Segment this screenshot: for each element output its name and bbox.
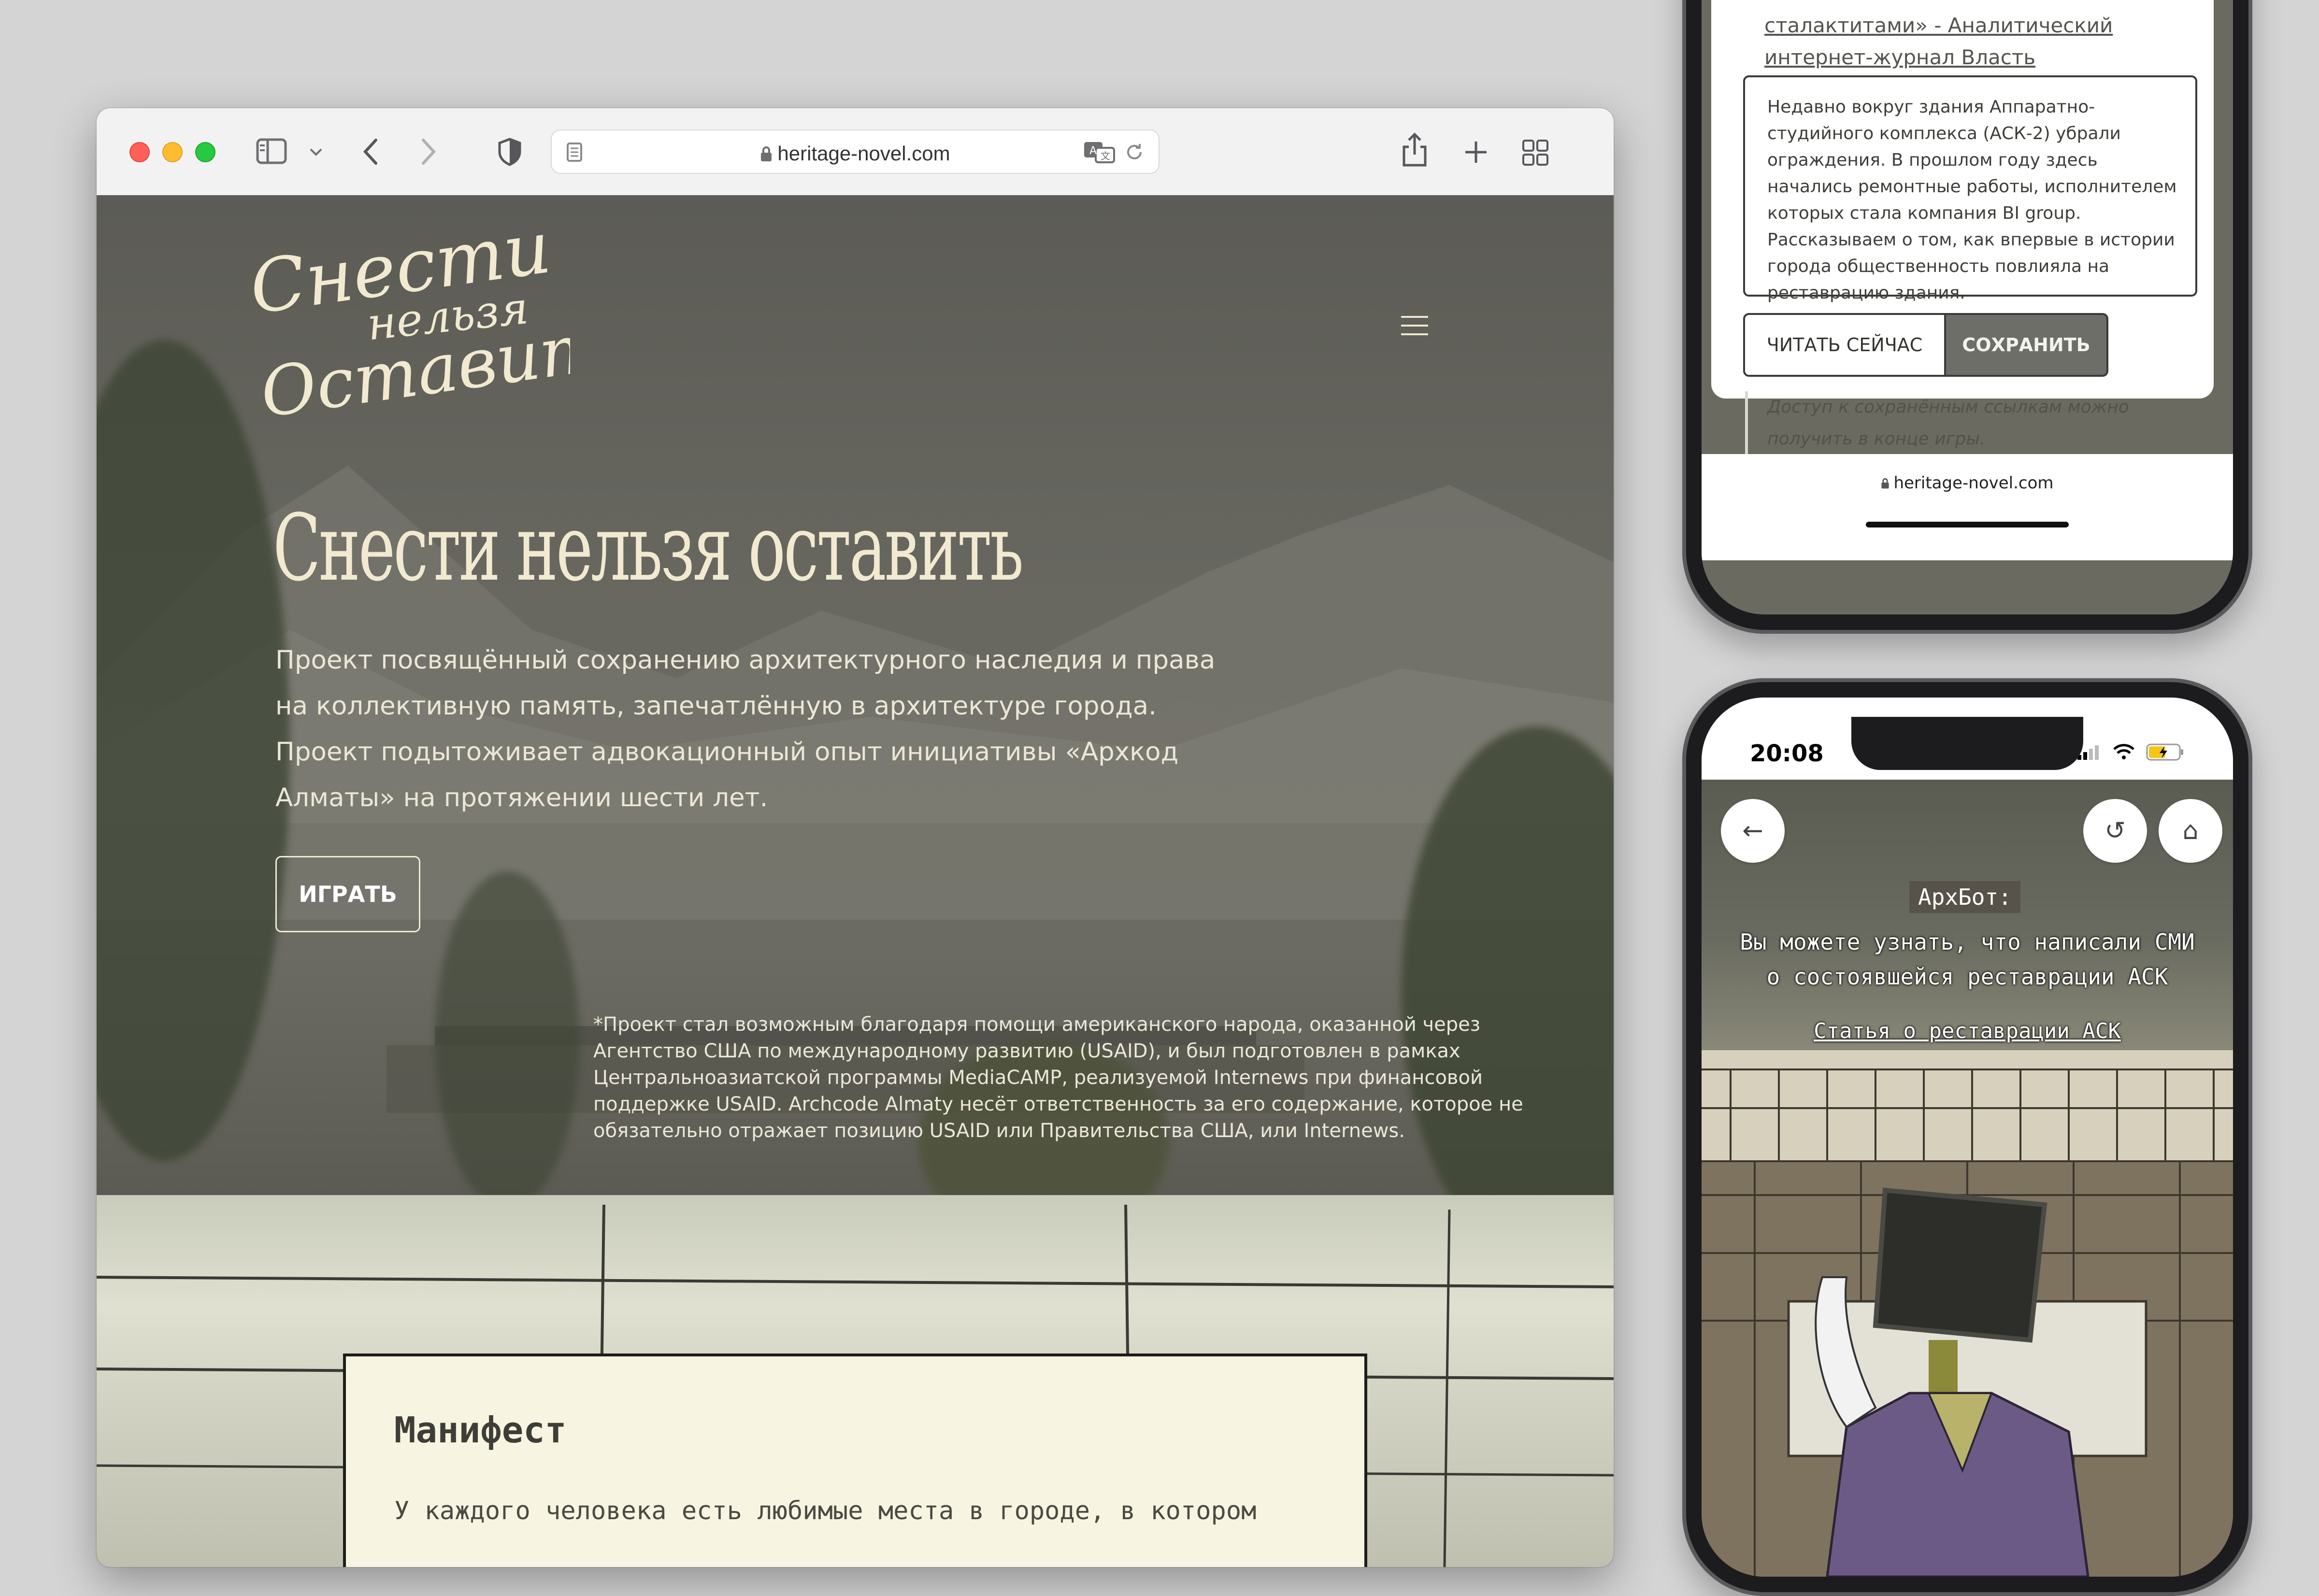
svg-text:文: 文 xyxy=(1101,150,1110,162)
web-page: Снести нельзя Оставить Снести нельзя ост… xyxy=(97,195,1614,1567)
address-bar[interactable]: heritage-novel.com A 文 xyxy=(551,129,1160,174)
manifest-card: Манифест У каждого человека есть любимые… xyxy=(343,1354,1367,1567)
svg-text:A: A xyxy=(1089,145,1097,157)
read-now-button[interactable]: ЧИТАТЬ СЕЙЧАС xyxy=(1743,313,1946,377)
reload-icon[interactable] xyxy=(1124,142,1145,162)
close-window-button[interactable] xyxy=(129,142,150,162)
sidebar-icon[interactable] xyxy=(256,138,287,164)
save-button[interactable]: СОХРАНИТЬ xyxy=(1944,313,2108,377)
lock-icon xyxy=(1881,478,1890,489)
tab-overview-icon[interactable] xyxy=(1522,139,1549,166)
phone-bottom-screen: 20:08 ← ↺ ⌂ АрхБот: Вы можете узнать, чт… xyxy=(1702,698,2233,1577)
battery-icon xyxy=(2146,743,2183,761)
hero-description: Проект посвящённый сохранению архитектур… xyxy=(275,645,1216,812)
article-link[interactable]: сталактитами» - Аналитический интернет-ж… xyxy=(1764,10,2161,73)
share-icon[interactable] xyxy=(1401,132,1428,168)
ask-building-illustration xyxy=(1702,1050,2233,1577)
phone-bottom: 20:08 ← ↺ ⌂ АрхБот: Вы можете узнать, чт… xyxy=(1682,678,2252,1596)
plus-icon[interactable] xyxy=(1464,140,1488,164)
lock-icon xyxy=(761,146,772,161)
browser-window: heritage-novel.com A 文 Снести нельзя Ост… xyxy=(97,108,1614,1567)
home-icon[interactable]: ⌂ xyxy=(2159,799,2222,863)
speaker-label: АрхБот: xyxy=(1909,881,2020,913)
manifest-title: Манифест xyxy=(394,1410,567,1451)
mobile-url-bar[interactable]: heritage-novel.com xyxy=(1702,454,2233,560)
chevron-down-icon[interactable] xyxy=(309,148,323,157)
url-text: heritage-novel.com xyxy=(777,142,950,165)
status-time: 20:08 xyxy=(1750,740,1824,767)
saved-links-note: Доступ к сохранённым ссылкам можно получ… xyxy=(1745,391,2192,455)
browser-toolbar: heritage-novel.com A 文 xyxy=(97,108,1614,196)
shield-icon[interactable] xyxy=(498,137,522,166)
restart-icon[interactable]: ↺ xyxy=(2083,799,2147,863)
article-card: сталактитами» - Аналитический интернет-ж… xyxy=(1711,0,2214,455)
dialog-text: Вы можете узнать, что написали СМИ о сос… xyxy=(1740,929,2195,990)
translate-icon[interactable]: A 文 xyxy=(1083,141,1115,163)
minimize-window-button[interactable] xyxy=(162,142,183,162)
hamburger-menu-icon[interactable] xyxy=(1401,316,1428,335)
wifi-icon xyxy=(2113,744,2134,759)
manifest-text: У каждого человека есть любимые места в … xyxy=(394,1496,1257,1525)
article-summary-box: Недавно вокруг здания Аппаратно-студийно… xyxy=(1743,75,2197,303)
play-button[interactable]: ИГРАТЬ xyxy=(275,856,420,932)
tree-decoration xyxy=(435,871,580,1210)
chevron-right-icon[interactable] xyxy=(420,138,437,165)
game-scene: ← ↺ ⌂ АрхБот: Вы можете узнать, что напи… xyxy=(1702,780,2233,1577)
article-link-choice[interactable]: Статья о реставрации АСК xyxy=(1798,1019,2136,1043)
funding-disclaimer: *Проект стал возможным благодаря помощи … xyxy=(593,1013,1523,1142)
arrow-left-icon[interactable]: ← xyxy=(1721,799,1785,863)
mobile-url-text: heritage-novel.com xyxy=(1893,473,2054,493)
phone-top: сталактитами» - Аналитический интернет-ж… xyxy=(1682,0,2252,634)
phone-notch xyxy=(1851,717,2083,770)
status-icons xyxy=(2076,742,2185,763)
zoom-window-button[interactable] xyxy=(195,142,215,162)
hero-title: Снести нельзя оставить xyxy=(273,495,1024,601)
chevron-left-icon[interactable] xyxy=(362,138,379,165)
phone-top-screen: сталактитами» - Аналитический интернет-ж… xyxy=(1702,0,2233,614)
site-logo: Снести нельзя Оставить xyxy=(245,214,570,432)
article-summary: Недавно вокруг здания Аппаратно-студийно… xyxy=(1767,97,2177,303)
home-indicator[interactable] xyxy=(1866,522,2069,527)
